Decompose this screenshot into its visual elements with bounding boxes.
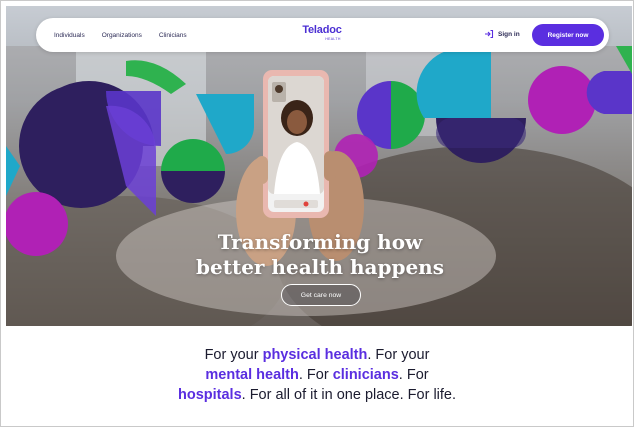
nav-link-clinicians[interactable]: Clinicians [159,32,187,39]
hero-section: Individuals Organizations Clinicians Tel… [6,6,632,326]
signin-icon [485,29,494,39]
tagline-text: . For all of it in one place. For life. [241,387,457,403]
headline-line-1: Transforming how [217,230,423,254]
tagline-text: . For [398,367,429,383]
link-mental-health[interactable]: mental health [205,367,298,383]
signin-label: Sign in [498,30,520,38]
tagline-text: . For your [367,347,430,363]
link-physical-health[interactable]: physical health [263,347,368,363]
teladoc-logo[interactable]: Teladoc HEALTH [298,24,346,41]
headline-line-2: better health happens [196,255,444,279]
tagline-text: . For [298,367,333,383]
hero-headline: Transforming how better health happens [156,230,484,280]
nav-links: Individuals Organizations Clinicians [54,18,187,52]
signin-link[interactable]: Sign in [484,29,520,39]
logo-wordmark: Teladoc [302,24,342,36]
link-hospitals[interactable]: hospitals [178,387,242,403]
tagline-text: For your [204,347,263,363]
get-care-button[interactable]: Get care now [281,284,361,306]
top-nav: Individuals Organizations Clinicians Tel… [36,18,609,52]
tagline: For your physical health. For your menta… [120,345,514,405]
logo-subtext: HEALTH [325,37,341,41]
link-clinicians[interactable]: clinicians [333,367,399,383]
nav-link-individuals[interactable]: Individuals [54,32,85,39]
register-button[interactable]: Register now [532,24,604,46]
nav-link-organizations[interactable]: Organizations [102,32,142,39]
